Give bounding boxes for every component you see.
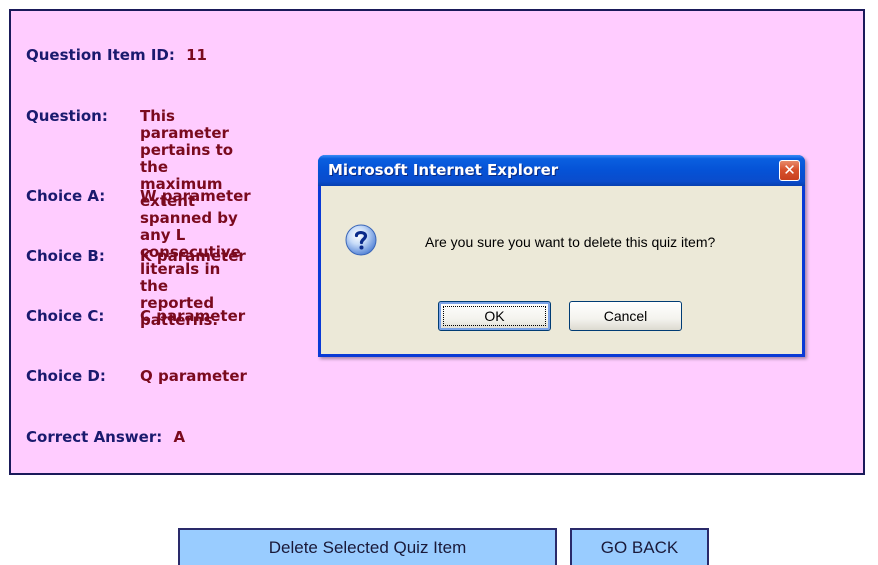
question-text: This parameter pertains to the maximum e… (140, 107, 241, 329)
question-id-value: 11 (186, 46, 207, 64)
correct-answer-label: Correct Answer: (26, 428, 163, 446)
dialog-title-bar[interactable]: Microsoft Internet Explorer ✕ (318, 155, 805, 186)
close-icon[interactable]: ✕ (779, 160, 800, 181)
choice-b-label: Choice B: (26, 247, 105, 265)
choice-c-row: Choice C: C parameter (26, 307, 245, 325)
choice-a-label: Choice A: (26, 187, 106, 205)
delete-quiz-item-button[interactable]: Delete Selected Quiz Item (178, 528, 557, 565)
confirm-delete-dialog: Microsoft Internet Explorer ✕ Are you su… (318, 155, 805, 357)
choice-b-value: K parameter (140, 247, 246, 265)
dialog-title: Microsoft Internet Explorer (328, 161, 559, 179)
focus-ring (443, 306, 546, 326)
choice-b-row: Choice B: K parameter (26, 247, 246, 265)
choice-d-value: Q parameter (140, 367, 247, 385)
choice-c-value: C parameter (140, 307, 246, 325)
choice-a-value: W parameter (140, 187, 251, 205)
dialog-message: Are you sure you want to delete this qui… (425, 234, 716, 250)
ok-button[interactable]: OK (438, 301, 551, 331)
question-icon (345, 224, 377, 256)
choice-d-label: Choice D: (26, 367, 106, 385)
choice-d-row: Choice D: Q parameter (26, 367, 247, 385)
choice-c-label: Choice C: (26, 307, 105, 325)
go-back-button[interactable]: GO BACK (570, 528, 709, 565)
cancel-button[interactable]: Cancel (569, 301, 682, 331)
correct-answer-value: A (173, 428, 186, 446)
question-id-label: Question Item ID: (26, 46, 175, 64)
question-row: Question: This parameter pertains to the… (26, 107, 241, 329)
question-id-row: Question Item ID: 11 (26, 47, 207, 64)
question-label: Question: (26, 107, 108, 125)
correct-answer-row: Correct Answer: A (26, 429, 185, 446)
choice-a-row: Choice A: W parameter (26, 187, 251, 205)
